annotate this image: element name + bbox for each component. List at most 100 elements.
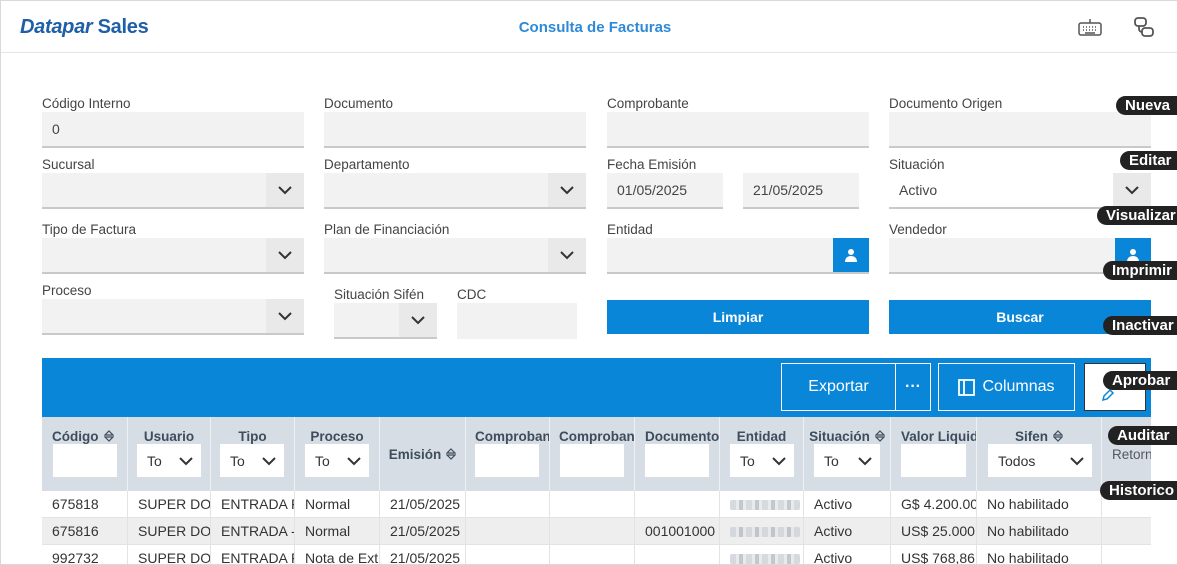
comprobante-filter[interactable]: [475, 444, 539, 477]
sucursal-select[interactable]: [42, 173, 304, 209]
sort-icon[interactable]: [103, 430, 114, 442]
cell-situacion: Activo: [804, 518, 891, 545]
column-header[interactable]: Documento: [635, 417, 720, 491]
cell-comprobante: [466, 545, 550, 564]
cell-emision: 21/05/2025: [380, 545, 466, 564]
cell-valor-liquido: US$ 768,86: [891, 545, 977, 564]
table-row[interactable]: 992732 SUPER DOL ENTRADA F Nota de Ext 2…: [42, 545, 1151, 564]
nueva-action[interactable]: Nueva: [1116, 96, 1177, 115]
chevron-down-icon[interactable]: [399, 303, 437, 337]
sucursal-label: Sucursal: [42, 157, 95, 172]
table-row[interactable]: 675818 SUPER DOL ENTRADA F Normal 21/05/…: [42, 491, 1151, 518]
cell-entidad-redacted: [720, 545, 804, 564]
column-header[interactable]: Emisión: [380, 417, 466, 491]
top-bar: Datapar Sales Consulta de Facturas: [1, 1, 1177, 53]
cell-usuario: SUPER DOL: [128, 491, 211, 518]
exportar-button[interactable]: Exportar: [781, 363, 896, 411]
cell-retorno: [1102, 545, 1151, 564]
cell-emision: 21/05/2025: [380, 491, 466, 518]
chevron-down-icon[interactable]: [266, 238, 304, 272]
documento-origen-label: Documento Origen: [889, 96, 1003, 111]
proceso-label: Proceso: [42, 283, 92, 298]
table-row[interactable]: 675816 SUPER DOL ENTRADA - Normal 21/05/…: [42, 518, 1151, 545]
aprobar-action[interactable]: Aprobar: [1103, 371, 1177, 390]
editar-action[interactable]: Editar: [1120, 151, 1177, 170]
tipo-filter[interactable]: To: [220, 444, 284, 477]
column-header[interactable]: Proceso To: [295, 417, 380, 491]
cell-comprobante: [550, 491, 635, 518]
entidad-filter[interactable]: To: [730, 444, 794, 477]
tipo-factura-select[interactable]: [42, 238, 304, 274]
documento-input[interactable]: [324, 112, 586, 148]
user-search-icon[interactable]: [833, 238, 869, 272]
entidad-label: Entidad: [607, 222, 653, 237]
visualizar-action[interactable]: Visualizar: [1097, 206, 1177, 225]
column-header[interactable]: Comprobante: [550, 417, 635, 491]
fecha-hasta-input[interactable]: 21/05/2025: [743, 173, 859, 209]
limpiar-button[interactable]: Limpiar: [607, 300, 869, 334]
sifen-filter[interactable]: Todos: [988, 444, 1092, 477]
plan-financiacion-select[interactable]: [324, 238, 586, 274]
cell-situacion: Activo: [804, 491, 891, 518]
inactivar-action[interactable]: Inactivar: [1103, 316, 1177, 335]
situacion-select[interactable]: Activo: [889, 173, 1151, 209]
grid-body: 675818 SUPER DOL ENTRADA F Normal 21/05/…: [42, 491, 1151, 564]
documento-label: Documento: [324, 96, 394, 111]
cell-retorno: [1102, 518, 1151, 545]
more-options-button[interactable]: ···: [895, 363, 931, 411]
keyboard-icon[interactable]: [1077, 15, 1103, 39]
cell-sifen: No habilitado: [977, 545, 1102, 564]
column-header[interactable]: Entidad To: [720, 417, 804, 491]
connection-icon[interactable]: [1131, 15, 1157, 39]
cell-entidad-redacted: [720, 491, 804, 518]
documento-filter[interactable]: [645, 444, 709, 477]
cell-sifen: No habilitado: [977, 518, 1102, 545]
app-window: Datapar Sales Consulta de Facturas Códig…: [0, 0, 1177, 565]
cell-proceso: Nota de Ext: [295, 545, 380, 564]
cdc-input[interactable]: [457, 303, 577, 339]
grid-toolbar: Exportar ··· Columnas: [42, 358, 1151, 417]
comprobante-input[interactable]: [607, 112, 869, 148]
columns-icon: [958, 378, 976, 396]
fecha-desde-input[interactable]: 01/05/2025: [607, 173, 723, 209]
chevron-down-icon[interactable]: [266, 299, 304, 333]
chevron-down-icon[interactable]: [548, 173, 586, 207]
column-header[interactable]: Situación To: [804, 417, 891, 491]
sort-icon[interactable]: [874, 430, 885, 442]
column-header[interactable]: Sifen Todos: [977, 417, 1102, 491]
auditar-action[interactable]: Auditar: [1108, 426, 1177, 445]
columnas-button[interactable]: Columnas: [938, 363, 1075, 411]
chevron-down-icon[interactable]: [548, 238, 586, 272]
chevron-down-icon[interactable]: [1113, 173, 1151, 207]
codigo-filter[interactable]: [53, 444, 117, 477]
proceso-filter[interactable]: To: [305, 444, 369, 477]
column-header[interactable]: Tipo To: [211, 417, 295, 491]
column-header[interactable]: Usuario To: [128, 417, 211, 491]
column-header[interactable]: Valor Liquido: [891, 417, 977, 491]
imprimir-action[interactable]: Imprimir: [1103, 261, 1177, 280]
cell-valor-liquido: US$ 25.000,: [891, 518, 977, 545]
codigo-interno-input[interactable]: 0: [42, 112, 304, 148]
valor-liquido-filter[interactable]: [901, 444, 966, 477]
cell-emision: 21/05/2025: [380, 518, 466, 545]
departamento-select[interactable]: [324, 173, 586, 209]
sort-icon[interactable]: [446, 448, 457, 460]
entidad-input[interactable]: [607, 238, 869, 274]
usuario-filter[interactable]: To: [137, 444, 201, 477]
cell-sifen: No habilitado: [977, 491, 1102, 518]
documento-origen-input[interactable]: [889, 112, 1151, 148]
chevron-down-icon[interactable]: [266, 173, 304, 207]
situacion-sifen-select[interactable]: [334, 303, 437, 339]
situacion-filter[interactable]: To: [814, 444, 880, 477]
cell-comprobante: [466, 518, 550, 545]
cell-codigo: 675818: [42, 491, 128, 518]
departamento-label: Departamento: [324, 157, 410, 172]
plan-financiacion-label: Plan de Financiación: [324, 222, 450, 237]
column-header[interactable]: Comprobante: [466, 417, 550, 491]
historico-action[interactable]: Historico: [1100, 481, 1177, 500]
column-header[interactable]: Código: [42, 417, 128, 491]
proceso-select[interactable]: [42, 299, 304, 335]
sort-icon[interactable]: [1053, 430, 1063, 442]
comprobante-label: Comprobante: [607, 96, 689, 111]
comprobante-filter[interactable]: [560, 444, 624, 477]
